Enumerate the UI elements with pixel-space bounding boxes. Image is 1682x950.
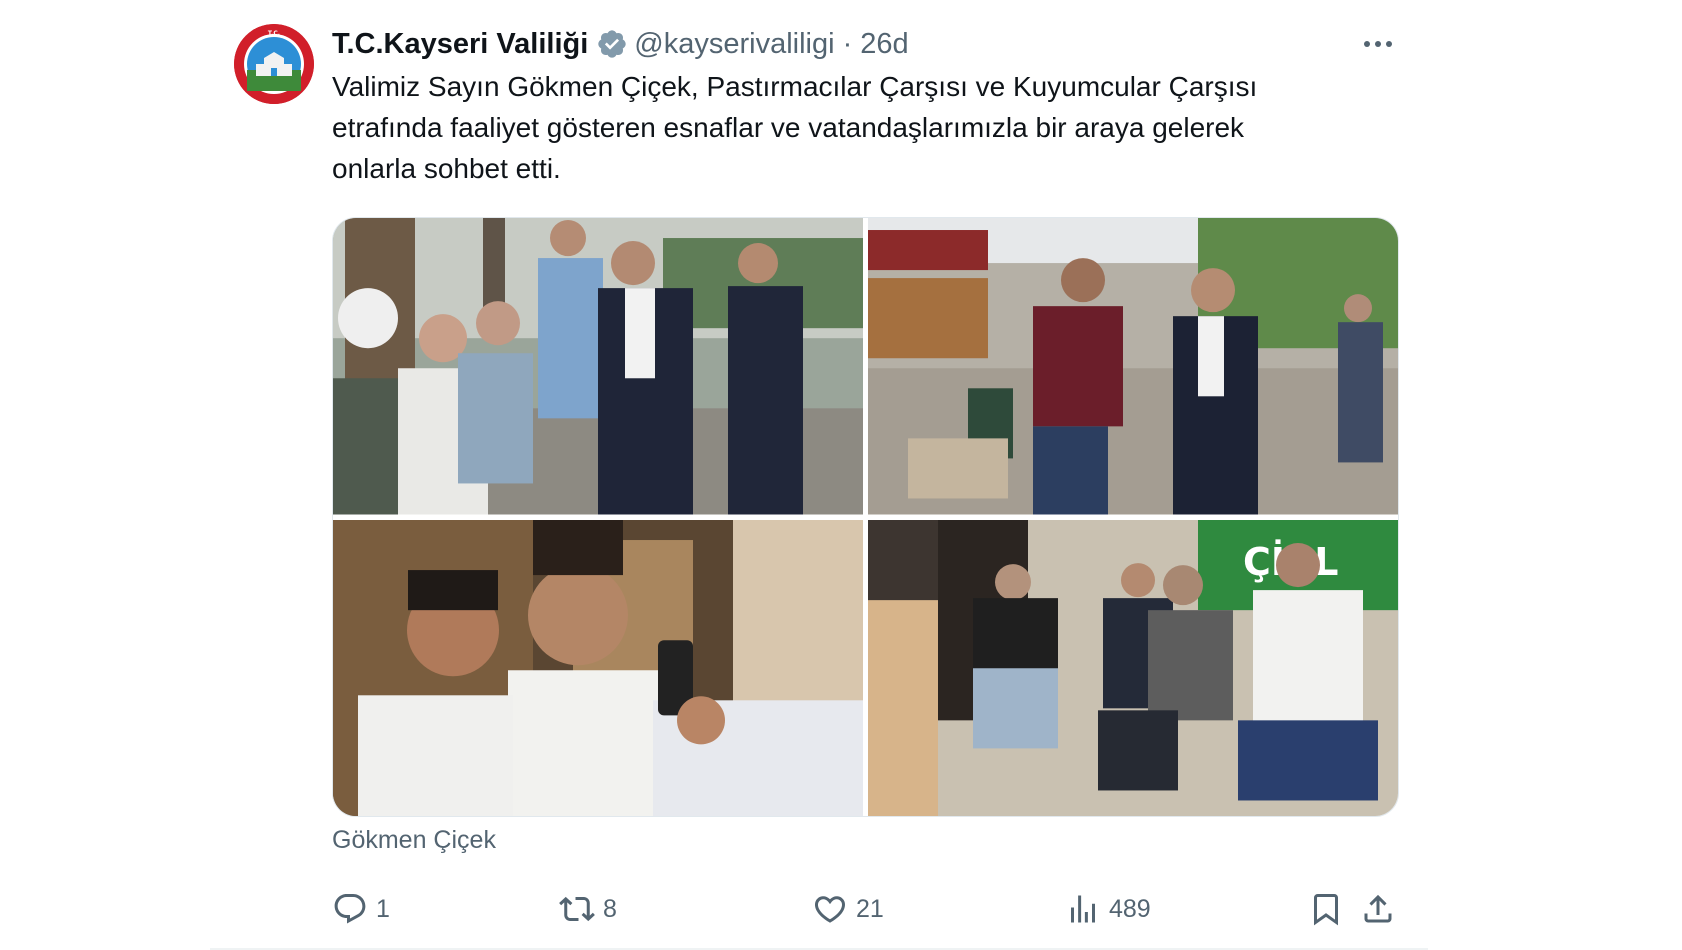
account-handle[interactable]: @kayserivaliligi [634, 28, 834, 61]
like-count: 21 [856, 894, 884, 923]
verified-badge-icon [596, 28, 628, 60]
reply-count: 1 [376, 894, 390, 923]
heart-icon [814, 896, 846, 923]
tweet-timestamp[interactable]: 26d [860, 28, 908, 61]
account-display-name[interactable]: T.C.Kayseri Valiliği [332, 28, 588, 61]
retweet-count: 8 [603, 894, 617, 923]
retweet-button[interactable]: 8 [559, 886, 617, 932]
tweet-text-line: onlarla sohbet etti. [332, 153, 561, 184]
kayseri-governorship-logo-icon: T.C. [234, 24, 314, 104]
bookmark-button[interactable] [1308, 886, 1344, 932]
views-button[interactable]: 489 [1065, 886, 1151, 932]
more-dot-icon [1386, 41, 1392, 47]
share-button[interactable] [1360, 886, 1396, 932]
tweet-photo-3[interactable] [333, 519, 863, 816]
tweet-photo-4[interactable]: ÇİRL [868, 519, 1398, 816]
reply-button[interactable]: 1 [332, 886, 390, 932]
tweet-text-line: Valimiz Sayın Gökmen Çiçek, Pastırmacıla… [332, 71, 1258, 102]
tweet-text: Valimiz Sayın Gökmen Çiçek, Pastırmacıla… [332, 66, 1402, 189]
tweet-media-grid: ÇİRL [332, 217, 1399, 817]
tweet-actions-bar: 1 8 21 489 [332, 886, 1402, 932]
views-chart-icon [1071, 895, 1095, 923]
reply-icon [334, 894, 366, 924]
more-dot-icon [1364, 41, 1370, 47]
like-button[interactable]: 21 [812, 886, 884, 932]
svg-text:T.C.: T.C. [268, 30, 280, 37]
more-dot-icon [1375, 41, 1381, 47]
bookmark-icon [1314, 894, 1338, 926]
share-icon [1364, 894, 1392, 923]
media-tag-caption[interactable]: Gökmen Çiçek [332, 826, 496, 855]
tweet-header: T.C.Kayseri Valiliği @kayserivaliligi · … [332, 24, 909, 64]
views-count: 489 [1109, 894, 1151, 923]
tweet-photo-2[interactable] [868, 218, 1398, 515]
tweet-photo-1[interactable] [333, 218, 863, 515]
separator-dot: · [842, 27, 853, 60]
more-options-button[interactable] [1358, 26, 1398, 62]
retweet-icon [559, 896, 595, 922]
tweet-text-line: etrafında faaliyet gösteren esnaflar ve … [332, 112, 1245, 143]
account-avatar[interactable]: T.C. [234, 24, 314, 104]
